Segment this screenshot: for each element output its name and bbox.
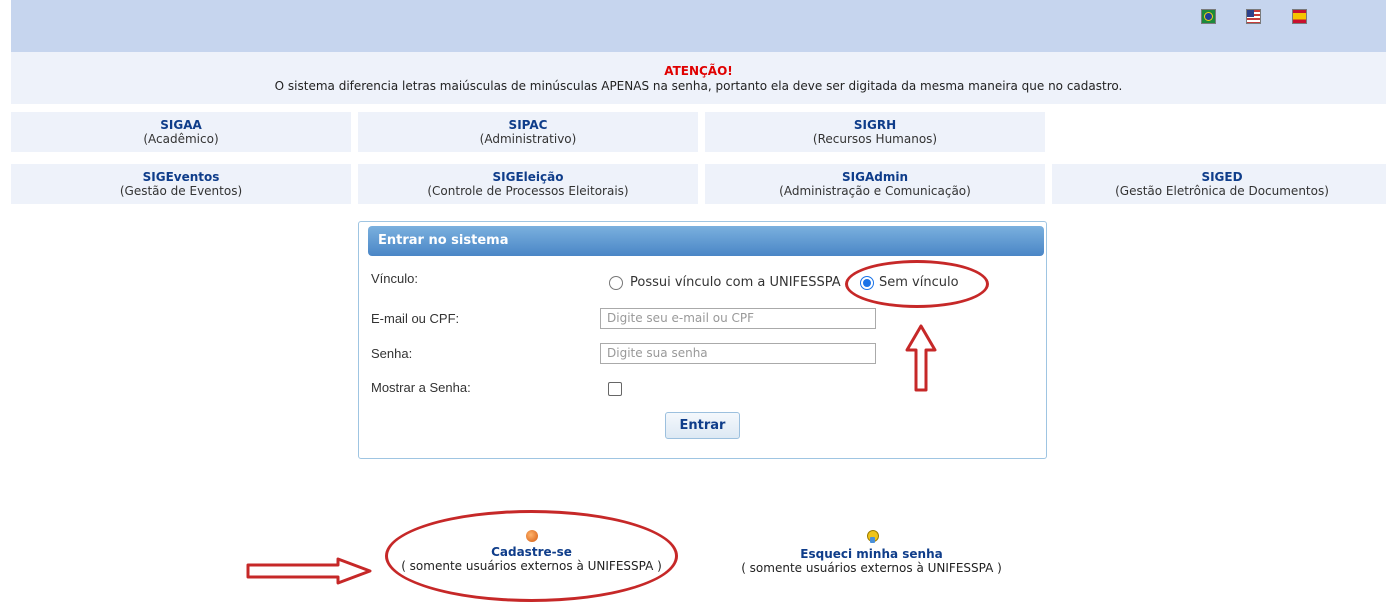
vinculo-label: Vínculo: <box>371 271 418 286</box>
system-desc: (Gestão Eletrônica de Documentos) <box>1115 184 1329 198</box>
system-link-sigrh[interactable]: SIGRH (Recursos Humanos) <box>705 112 1045 152</box>
esqueci-senha-link[interactable]: Esqueci minha senha ( somente usuários e… <box>725 530 1018 575</box>
system-link-sigeventos[interactable]: SIGEventos (Gestão de Eventos) <box>11 164 351 204</box>
esqueci-note: ( somente usuários externos à UNIFESSPA … <box>741 561 1002 575</box>
person-icon <box>525 530 538 542</box>
system-name: SIGAdmin <box>842 170 908 184</box>
show-password-label: Mostrar a Senha: <box>371 380 471 395</box>
system-name: SIGAA <box>160 118 202 132</box>
system-name: SIGED <box>1201 170 1243 184</box>
system-desc: (Administrativo) <box>479 132 577 146</box>
show-password-checkbox[interactable] <box>608 382 622 396</box>
system-desc: (Administração e Comunicação) <box>779 184 971 198</box>
system-name: SIGEventos <box>142 170 220 184</box>
systems-row-2: SIGEventos (Gestão de Eventos) SIGEleiçã… <box>11 164 1386 204</box>
email-input[interactable]: Digite seu e-mail ou CPF <box>600 308 876 329</box>
radio-with-vinculo-label[interactable]: Possui vínculo com a UNIFESSPA <box>630 275 841 290</box>
system-desc: (Gestão de Eventos) <box>119 184 243 198</box>
annotation-arrow-up-icon <box>905 324 937 392</box>
systems-row-1: SIGAA (Acadêmico) SIPAC (Administrativo)… <box>11 112 1386 152</box>
cadastro-title[interactable]: Cadastre-se <box>385 545 678 559</box>
password-input[interactable]: Digite sua senha <box>600 343 876 364</box>
system-desc: (Acadêmico) <box>143 132 219 146</box>
system-desc: (Controle de Processos Eleitorais) <box>427 184 629 198</box>
login-panel: Entrar no sistema Vínculo: Possui víncul… <box>358 221 1047 459</box>
system-desc: (Recursos Humanos) <box>812 132 938 146</box>
spain-flag-icon[interactable] <box>1292 9 1307 24</box>
system-link-siged[interactable]: SIGED (Gestão Eletrônica de Documentos) <box>1052 164 1386 204</box>
system-link-sigaa[interactable]: SIGAA (Acadêmico) <box>11 112 351 152</box>
email-label: E-mail ou CPF: <box>371 311 460 326</box>
attention-message: O sistema diferencia letras maiúsculas d… <box>274 79 1123 93</box>
login-panel-header: Entrar no sistema <box>368 226 1044 256</box>
radio-with-vinculo[interactable] <box>609 276 623 290</box>
system-link-sigadmin[interactable]: SIGAdmin (Administração e Comunicação) <box>705 164 1045 204</box>
system-empty-slot <box>1052 112 1386 152</box>
system-link-sigeleicao[interactable]: SIGEleição (Controle de Processos Eleito… <box>358 164 698 204</box>
system-name: SIGRH <box>853 118 897 132</box>
annotation-arrow-right-icon <box>246 557 372 585</box>
cadastro-link[interactable]: Cadastre-se ( somente usuários externos … <box>385 530 678 573</box>
login-button[interactable]: Entrar <box>665 412 740 439</box>
system-name: SIGEleição <box>492 170 564 184</box>
senha-label: Senha: <box>371 346 413 361</box>
attention-title: ATENÇÃO! <box>664 64 733 78</box>
key-icon <box>865 530 879 544</box>
cadastro-note: ( somente usuários externos à UNIFESSPA … <box>401 559 662 573</box>
brazil-flag-icon[interactable] <box>1201 9 1216 24</box>
annotation-oval-sem-vinculo <box>845 260 989 308</box>
system-link-sipac[interactable]: SIPAC (Administrativo) <box>358 112 698 152</box>
system-name: SIPAC <box>508 118 548 132</box>
usa-flag-icon[interactable] <box>1246 9 1261 24</box>
top-bar <box>11 0 1386 52</box>
attention-notice: ATENÇÃO! O sistema diferencia letras mai… <box>11 52 1386 104</box>
esqueci-title[interactable]: Esqueci minha senha <box>725 547 1018 561</box>
